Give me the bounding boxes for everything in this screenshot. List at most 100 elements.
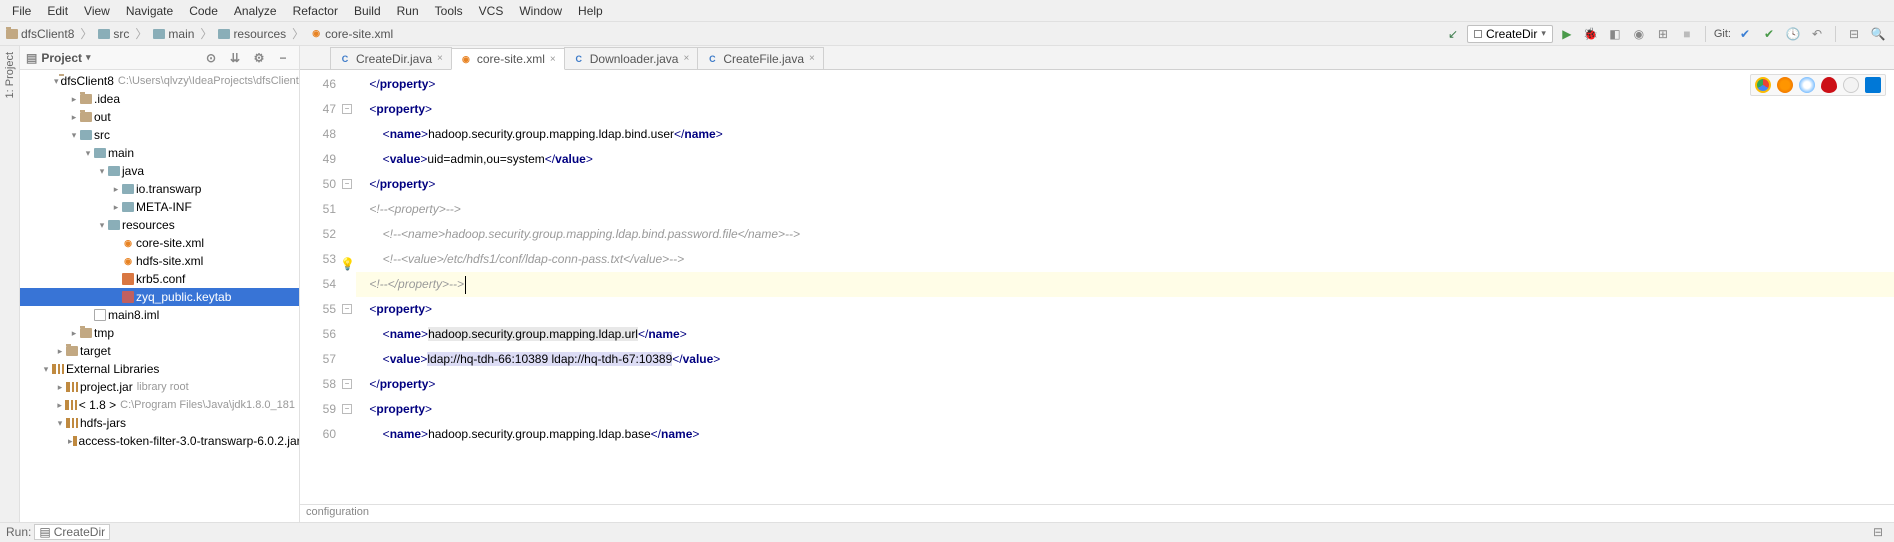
editor-tab[interactable]: core-site.xml× [451,48,565,70]
menu-refactor[interactable]: Refactor [285,2,346,20]
run-config-dropdown[interactable]: CreateDir ▾ [1467,25,1553,43]
tree-row[interactable]: hdfs-site.xml [20,252,299,270]
editor-tab[interactable]: CreateFile.java× [697,47,824,69]
breadcrumb-item[interactable]: core-site.xml [308,26,395,42]
expand-arrow-icon[interactable]: ▾ [96,166,108,177]
expand-arrow-icon[interactable]: ▸ [54,346,66,357]
tree-row[interactable]: ▸META-INF [20,198,299,216]
tree-row[interactable]: core-site.xml [20,234,299,252]
code-line[interactable]: <value>uid=admin,ou=system</value> [356,147,1894,172]
fold-icon[interactable]: − [342,379,352,389]
menu-view[interactable]: View [76,2,118,20]
tree-row[interactable]: ▸tmp [20,324,299,342]
tree-row[interactable]: ▸out [20,108,299,126]
concurrency-icon[interactable]: ⊞ [1653,24,1673,44]
expand-arrow-icon[interactable]: ▸ [68,94,80,105]
editor-breadcrumb[interactable]: configuration [300,504,1894,522]
fold-icon[interactable]: − [342,304,352,314]
menu-help[interactable]: Help [570,2,611,20]
breadcrumb-item[interactable]: dfsClient8 [4,26,76,42]
profile-icon[interactable]: ◉ [1629,24,1649,44]
code-line[interactable]: <!--<property>--> [356,197,1894,222]
close-icon[interactable]: × [809,53,815,64]
fold-icon[interactable]: − [342,404,352,414]
tree-row[interactable]: ▾dfsClient8C:\Users\qlvzy\IdeaProjects\d… [20,72,299,90]
git-revert-icon[interactable]: ↶ [1807,24,1827,44]
expand-arrow-icon[interactable]: ▾ [68,130,80,141]
code-line[interactable]: <property> [356,397,1894,422]
expand-arrow-icon[interactable]: ▸ [68,112,80,123]
tree-row[interactable]: ▸project.jarlibrary root [20,378,299,396]
code-line[interactable]: <!--<value>/etc/hdfs1/conf/ldap-conn-pas… [356,247,1894,272]
tree-row[interactable]: zyq_public.keytab [20,288,299,306]
code-line[interactable]: <property> [356,297,1894,322]
tree-row[interactable]: ▾main [20,144,299,162]
project-tree[interactable]: ▾dfsClient8C:\Users\qlvzy\IdeaProjects\d… [20,70,299,522]
menu-vcs[interactable]: VCS [471,2,512,20]
code-line[interactable]: <!--<name>hadoop.security.group.mapping.… [356,222,1894,247]
close-icon[interactable]: × [550,54,556,65]
code-line[interactable]: <name>hadoop.security.group.mapping.ldap… [356,122,1894,147]
gear-icon[interactable]: ⚙ [249,48,269,68]
debug-icon[interactable]: 🐞 [1581,24,1601,44]
tree-row[interactable]: ▸< 1.8 >C:\Program Files\Java\jdk1.8.0_1… [20,396,299,414]
close-icon[interactable]: × [683,53,689,64]
code-line[interactable]: <name>hadoop.security.group.mapping.ldap… [356,322,1894,347]
expand-arrow-icon[interactable]: ▾ [96,220,108,231]
editor-tab[interactable]: Downloader.java× [564,47,699,69]
code-line[interactable]: <!--</property>--> [356,272,1894,297]
code-line[interactable]: </property> [356,172,1894,197]
structure-icon[interactable]: ⊟ [1844,24,1864,44]
stop-icon[interactable]: ■ [1677,24,1697,44]
menu-run[interactable]: Run [389,2,427,20]
tree-row[interactable]: ▸io.transwarp [20,180,299,198]
target-icon[interactable]: ⊙ [201,48,221,68]
menu-analyze[interactable]: Analyze [226,2,285,20]
menu-file[interactable]: File [4,2,39,20]
code-line[interactable]: <property> [356,97,1894,122]
run-tool-label[interactable]: Run: [6,525,31,539]
menu-code[interactable]: Code [181,2,226,20]
firefox-icon[interactable] [1777,77,1793,93]
expand-arrow-icon[interactable]: ▸ [54,382,66,393]
code-content[interactable]: </property> <property> <name>hadoop.secu… [356,70,1894,504]
run-tool-item[interactable]: ▤ CreateDir [34,524,110,540]
expand-arrow-icon[interactable]: ▾ [54,418,66,429]
code-line[interactable]: <value>ldap://hq-tdh-66:10389 ldap://hq-… [356,347,1894,372]
tree-row[interactable]: ▾resources [20,216,299,234]
code-line[interactable]: </property> [356,372,1894,397]
breadcrumb-item[interactable]: resources [216,26,288,42]
hide-icon[interactable]: − [273,48,293,68]
event-log-icon[interactable]: ⊟ [1868,522,1888,542]
tree-row[interactable]: ▸access-token-filter-3.0-transwarp-6.0.2… [20,432,299,450]
search-everywhere-icon[interactable]: 🔍 [1868,24,1888,44]
expand-arrow-icon[interactable]: ▸ [54,400,65,411]
expand-arrow-icon[interactable]: ▾ [82,148,94,159]
menu-build[interactable]: Build [346,2,389,20]
chevron-down-icon[interactable]: ▾ [86,52,91,63]
menu-tools[interactable]: Tools [427,2,471,20]
code-line[interactable]: <name>hadoop.security.group.mapping.ldap… [356,422,1894,447]
tree-row[interactable]: ▸.idea [20,90,299,108]
expand-arrow-icon[interactable]: ▾ [40,364,52,375]
fold-icon[interactable]: − [342,104,352,114]
expand-arrow-icon[interactable]: ▸ [68,328,80,339]
collapse-icon[interactable]: ⇊ [225,48,245,68]
project-tool-button[interactable]: 1: Project [4,46,16,104]
run-icon[interactable]: ▶ [1557,24,1577,44]
tree-row[interactable]: ▾src [20,126,299,144]
tree-row[interactable]: main8.iml [20,306,299,324]
git-update-icon[interactable]: ✔ [1735,24,1755,44]
tree-row[interactable]: ▾hdfs-jars [20,414,299,432]
fold-icon[interactable]: − [342,179,352,189]
back-arrow-icon[interactable]: ↙ [1443,24,1463,44]
editor-tab[interactable]: CreateDir.java× [330,47,452,69]
coverage-icon[interactable]: ◧ [1605,24,1625,44]
yandex-icon[interactable] [1843,77,1859,93]
tree-row[interactable]: ▾External Libraries [20,360,299,378]
git-commit-icon[interactable]: ✔ [1759,24,1779,44]
safari-icon[interactable] [1799,77,1815,93]
expand-arrow-icon[interactable]: ▸ [110,202,122,213]
tree-row[interactable]: ▾java [20,162,299,180]
tree-row[interactable]: krb5.conf [20,270,299,288]
